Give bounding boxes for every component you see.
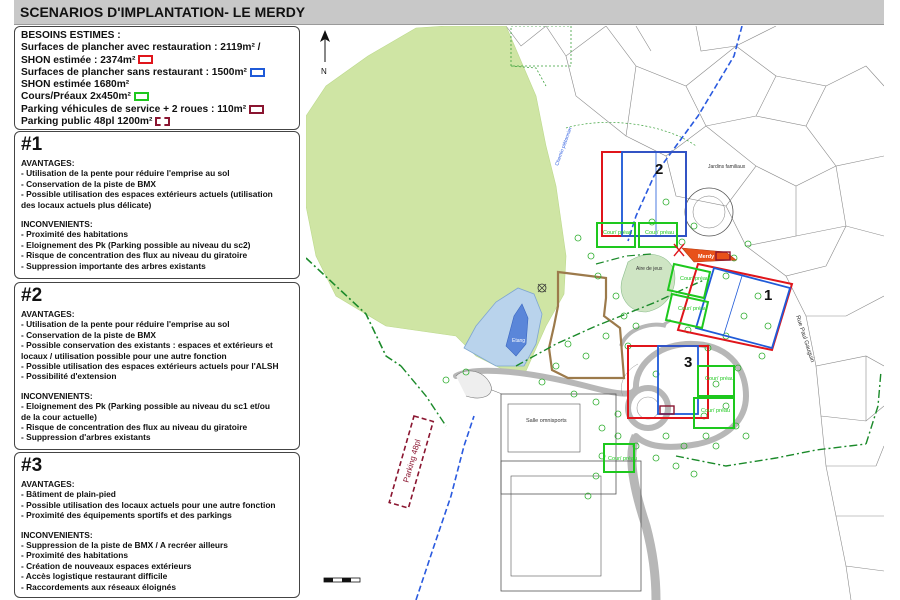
legend-swatch-green [133,92,149,102]
list-item: - Suppression importante des arbres exis… [21,260,206,271]
list-item: - Possible utilisation des locaux actuel… [21,499,276,510]
list-item: - Raccordements aux réseaux éloignés [21,581,177,592]
list-item: - Possible utilisation des espaces extér… [21,189,273,200]
avantages-heading: AVANTAGES: [21,158,75,168]
list-item: - Conservation de la piste de BMX [21,178,156,189]
avantages-heading: AVANTAGES: [21,309,75,319]
list-item: - Possibilité d'extension [21,371,117,382]
list-item: - Proximité des habitations [21,550,129,561]
list-item: - Accès logistique restaurant difficile [21,571,168,582]
list-item: des locaux actuels plus délicate) [21,199,152,210]
besoins-heading: BESOINS ESTIMES : [21,30,121,41]
zone-2-number: 2 [655,161,663,178]
list-item: - Suppression de la piste de BMX / A rec… [21,540,228,551]
inconvenients-heading: INCONVENIENTS: [21,529,93,540]
list-item: locaux / utilisation possible pour une a… [21,350,227,361]
besoins-line: SHON estimée : 2374m² [21,55,293,67]
legend-swatch-maroon [249,104,265,114]
besoins-line: Cours/Préaux 2x450m² [21,91,293,103]
list-item: - Création de nouveaux espaces extérieur… [21,560,192,571]
cour-preau-label: Cour/ préau [680,276,709,282]
zone-1-number: 1 [764,287,772,304]
scenario-1-panel: #1 AVANTAGES: - Utilisation de la pente … [14,131,300,279]
title-bar: SCENARIOS D'IMPLANTATION- LE MERDY [14,0,884,25]
playground-label: Aire de jeux [636,266,663,272]
list-item: - Utilisation de la pente pour réduire l… [21,168,230,179]
north-label: N [321,67,327,76]
list-item: - Possible conservation des existants : … [21,340,273,351]
pond-label: Etang [512,338,525,344]
avantages-heading: AVANTAGES: [21,479,75,489]
list-item: - Conservation de la piste de BMX [21,329,156,340]
legend-swatch-blue [249,67,265,77]
zone-3-number: 3 [684,354,692,371]
scenario-number: #1 [21,134,43,155]
page-title: SCENARIOS D'IMPLANTATION- LE MERDY [20,4,306,20]
site-map: Etang Salle omnisports Aire de jeux Jard… [306,26,884,600]
cour-preau-label: Cour/ préau [701,408,730,414]
sports-hall-label: Salle omnisports [526,418,567,424]
scenario-number: #2 [21,285,43,306]
list-item: - Suppression d'arbres existants [21,432,151,443]
legend-swatch-red [138,55,154,65]
cour-preau-label: Cour/ préau [608,456,637,462]
cour-preau-label: Cour/ préau [678,306,707,312]
list-item: - Proximité des habitations [21,229,129,240]
merdy-label: Merdy [698,254,715,260]
scenario-2-panel: #2 AVANTAGES: - Utilisation de la pente … [14,282,300,450]
besoins-line: Surfaces de plancher avec restauration :… [21,42,261,54]
besoins-line: Surfaces de plancher sans restaurant : 1… [21,67,293,79]
list-item: - Bâtiment de plain-pied [21,489,116,500]
cour-preau-label: Cour/ préau [603,230,632,236]
legend-swatch-maroon-dashed [155,116,171,126]
site-plan-svg: Etang Salle omnisports Aire de jeux Jard… [306,26,884,600]
scenario-number: #3 [21,455,43,476]
besoins-panel: BESOINS ESTIMES : Surfaces de plancher a… [14,26,300,130]
list-item: - Utilisation de la pente pour réduire l… [21,319,230,330]
list-item: - Possible utilisation des espaces extér… [21,361,279,372]
list-item: de la cour actuelle) [21,411,97,422]
besoins-line: Parking public 48pl 1200m² [21,116,293,128]
list-item: - Eloignement des Pk (Parking possible a… [21,401,270,412]
inconvenients-heading: INCONVENIENTS: [21,219,93,230]
besoins-line: SHON estimée 1680m² [21,79,130,91]
list-item: - Eloignement des Pk (Parking possible a… [21,239,251,250]
scenario-3-panel: #3 AVANTAGES: - Bâtiment de plain-pied -… [14,452,300,598]
list-item: - Risque de concentration des flux au ni… [21,422,248,433]
cour-preau-label: Cour/ préau [645,230,674,236]
list-item: - Risque de concentration des flux au ni… [21,250,248,261]
besoins-line: Parking véhicules de service + 2 roues :… [21,104,293,116]
list-item: - Proximité des équipements sportifs et … [21,510,232,521]
inconvenients-heading: INCONVENIENTS: [21,390,93,401]
cour-preau-label: Cour/ préau [705,376,734,382]
gardens-label: Jardins familiaux [708,164,746,170]
